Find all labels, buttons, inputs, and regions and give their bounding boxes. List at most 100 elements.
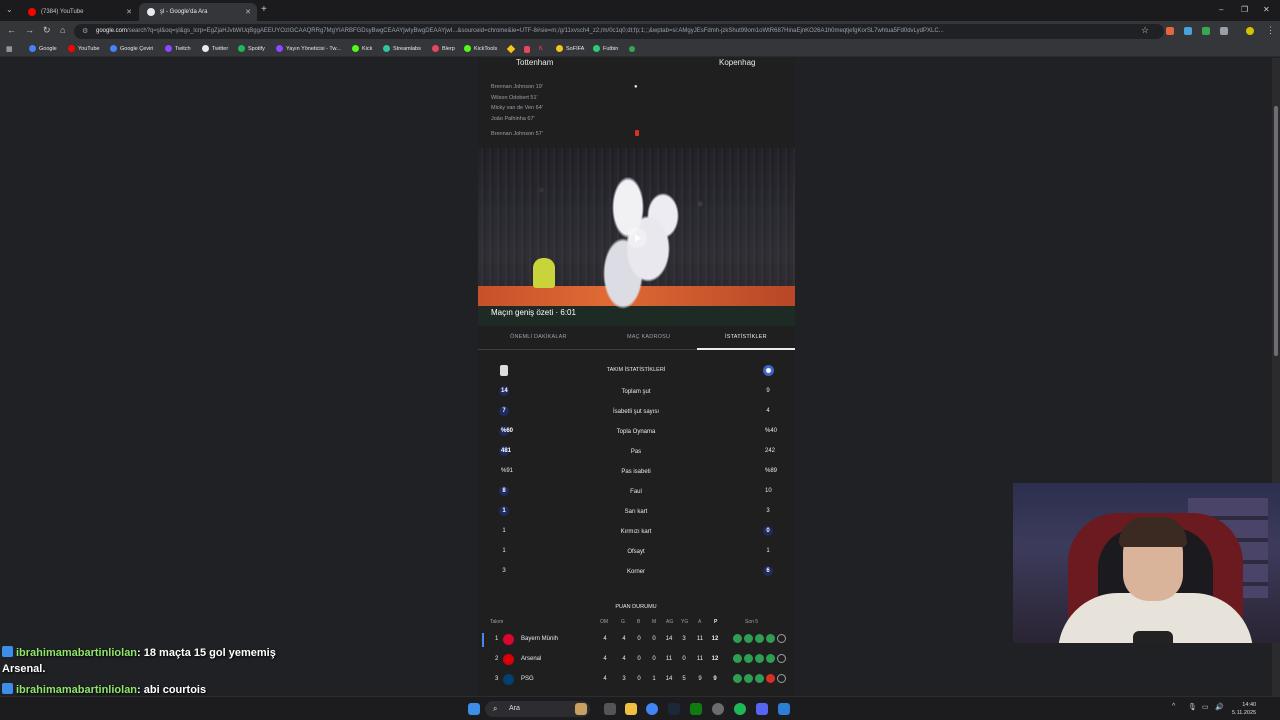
standings-m: 1 [652, 676, 656, 682]
taskbar-search-label: Ara [509, 705, 520, 712]
standings-team-name[interactable]: PSG [521, 676, 534, 682]
extension-icon[interactable] [1166, 27, 1174, 35]
scrollbar-thumb[interactable] [1274, 106, 1278, 356]
window-close-icon[interactable]: ✕ [1263, 5, 1270, 14]
tray-chevron-icon[interactable]: ^ [1172, 703, 1175, 710]
site-info-icon[interactable]: ⚙ [82, 27, 88, 35]
bookmark-spotify[interactable]: Spotify [238, 45, 265, 52]
extension-icon[interactable] [1202, 27, 1210, 35]
discord-icon[interactable] [756, 703, 768, 715]
stat-home-value: 3 [502, 568, 506, 574]
back-icon[interactable]: ← [7, 25, 16, 35]
away-team-name[interactable]: Kopenhag [719, 58, 755, 67]
bookmark-label: SoFIFA [566, 45, 585, 52]
form-loss-icon [766, 674, 775, 683]
bookmark-label: Blerp [442, 45, 455, 52]
forward-icon[interactable]: → [25, 25, 34, 35]
tab-google-search[interactable]: şl - Google'da Ara ✕ [139, 3, 257, 21]
volume-icon[interactable]: 🔊 [1215, 703, 1224, 711]
maximize-icon[interactable]: ❐ [1241, 5, 1248, 14]
bookmark-google-translate[interactable]: Google Çeviri [110, 45, 153, 52]
bookmark-twitter[interactable]: Twitter [202, 45, 228, 52]
play-icon[interactable] [627, 228, 647, 248]
spotify-icon[interactable] [734, 703, 746, 715]
standings-a: 11 [696, 656, 704, 662]
tab-key-moments[interactable]: ÖNEMLİ DAKİKALAR [510, 334, 567, 340]
team-crest-icon [503, 674, 514, 685]
chat-text: Arsenal. [2, 663, 46, 675]
form-win-icon [733, 634, 742, 643]
browser-tab-strip: ⌄ (7384) YouTube ✕ şl - Google'da Ara ✕ … [0, 0, 1280, 21]
bookmark-kick[interactable]: Kick [352, 45, 372, 52]
home-icon[interactable]: ⌂ [60, 25, 65, 35]
stat-home-value: 1 [499, 506, 509, 516]
bookmark-youtube[interactable]: YouTube [68, 45, 100, 52]
bookmark-icon[interactable] [506, 44, 516, 54]
bookmark-star-icon[interactable]: ☆ [1141, 25, 1149, 36]
bookmark-streamlabs[interactable]: Streamlabs [383, 45, 421, 52]
widget-icon[interactable] [575, 703, 587, 715]
chrome-icon[interactable] [646, 703, 658, 715]
steam-icon[interactable] [668, 703, 680, 715]
form-win-icon [755, 654, 764, 663]
tab-youtube[interactable]: (7384) YouTube ✕ [20, 3, 138, 21]
tab-lineups[interactable]: MAÇ KADROSU [627, 334, 670, 340]
close-tab-icon[interactable]: ✕ [126, 8, 132, 16]
bookmark-label: Yayın Yöneticisi - Tw... [286, 45, 341, 52]
bookmark-icon[interactable]: K [539, 46, 543, 52]
extension-icon[interactable] [1184, 27, 1192, 35]
bookmark-blerp[interactable]: Blerp [432, 45, 455, 52]
form-win-icon [733, 674, 742, 683]
extensions-puzzle-icon[interactable] [1220, 27, 1228, 35]
bookmark-google[interactable]: Google [29, 45, 57, 52]
form-win-icon [755, 634, 764, 643]
standings-row[interactable]: 1 Bayern Münih 4 4 0 0 14 3 11 12 [478, 630, 795, 650]
home-scorer: Wilson Odobert 51' [491, 95, 538, 101]
tab-search-icon[interactable]: ⌄ [6, 5, 13, 14]
file-explorer-icon[interactable] [625, 703, 637, 715]
reload-icon[interactable]: ↻ [43, 25, 51, 36]
app-icon[interactable] [778, 703, 790, 715]
streamlabs-icon [383, 45, 390, 52]
xbox-icon[interactable] [690, 703, 702, 715]
close-tab-icon[interactable]: ✕ [245, 8, 251, 16]
home-scorer: Micky van de Ven 64' [491, 105, 543, 111]
chat-message: ibrahimamabartinliolan: abi courtois [2, 683, 206, 696]
new-tab-button[interactable]: + [261, 4, 267, 15]
bookmark-futbin[interactable]: Futbin [593, 45, 618, 52]
standings-team-name[interactable]: Arsenal [521, 656, 541, 662]
bookmark-icon[interactable] [629, 46, 635, 52]
stat-label: Pas [630, 449, 642, 455]
obs-icon[interactable] [712, 703, 724, 715]
microphone-tray-icon[interactable]: 🎙 [1188, 703, 1197, 711]
taskbar-clock[interactable]: 14:40 5.11.2025 [1232, 701, 1256, 717]
address-bar[interactable]: ⚙ google.com/search?q=şl&oq=şl&gs_lcrp=E… [74, 24, 1164, 39]
stat-away-value: 1 [766, 548, 770, 554]
bookmark-twitch[interactable]: Twitch [165, 45, 191, 52]
standings-b: 0 [637, 676, 641, 682]
standings-row[interactable]: 3 PSG 4 3 0 1 14 5 9 9 [478, 670, 795, 690]
chat-text: : 18 maçta 15 gol yememiş [137, 647, 276, 659]
tab-statistics[interactable]: İSTATİSTİKLER [725, 334, 767, 340]
standings-team-name[interactable]: Bayern Münih [521, 636, 558, 642]
network-icon[interactable]: ▭ [1202, 703, 1209, 711]
profile-avatar[interactable] [1246, 27, 1254, 35]
task-view-icon[interactable] [604, 703, 616, 715]
standings-b: 0 [637, 636, 641, 642]
minimize-icon[interactable]: – [1219, 5, 1223, 14]
menu-icon[interactable]: ⋮ [1266, 25, 1275, 36]
apps-grid-icon[interactable]: ▦ [6, 45, 13, 53]
windows-start-icon[interactable] [468, 703, 480, 715]
tab-title: (7384) YouTube [41, 9, 84, 15]
stat-row: 481 Pas 242 [478, 446, 795, 458]
bookmark-sofifa[interactable]: SoFIFA [556, 45, 584, 52]
home-team-name[interactable]: Tottenham [516, 58, 553, 67]
standings-p: 12 [711, 636, 719, 642]
bookmark-twitch-dashboard[interactable]: Yayın Yöneticisi - Tw... [276, 45, 341, 52]
bookmark-kicktools[interactable]: KickTools [464, 45, 497, 52]
bookmark-icon[interactable] [524, 46, 530, 53]
standings-row[interactable]: 2 Arsenal 4 4 0 0 11 0 11 12 [478, 650, 795, 670]
home-scorer: João Palhinha 67' [491, 116, 535, 122]
highlights-video[interactable]: Maçın geniş özeti · 6:01 [478, 148, 795, 326]
standings-m: 0 [652, 636, 656, 642]
